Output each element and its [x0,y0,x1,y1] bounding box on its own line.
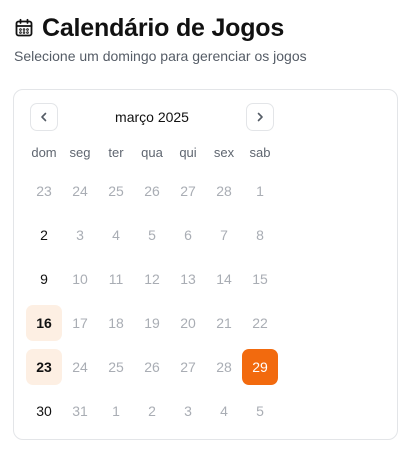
day-cell[interactable]: 1 [242,173,278,209]
calendar-header: março 2025 [30,103,274,131]
page-title: Calendário de Jogos [42,14,285,42]
weekday-label: qui [179,145,197,160]
calendar-icon [14,18,34,38]
week-row: 23 24 25 26 27 28 29 [26,345,278,389]
previous-month-button[interactable] [30,103,58,131]
day-cell[interactable]: 15 [242,261,278,297]
weekday-label: qua [141,145,163,160]
week-row: 16 17 18 19 20 21 22 [26,301,278,345]
weekday-label: ter [108,145,124,160]
day-cell[interactable]: 26 [134,349,170,385]
day-cell[interactable]: 5 [134,217,170,253]
day-cell[interactable]: 20 [170,305,206,341]
day-cell[interactable]: 2 [134,393,170,429]
weekday-label: seg [69,145,91,160]
day-cell[interactable]: 27 [170,349,206,385]
day-cell[interactable]: 2 [26,217,62,253]
day-cell[interactable]: 6 [170,217,206,253]
title-row: Calendário de Jogos [14,14,404,42]
day-cell[interactable]: 3 [62,217,98,253]
day-cell-selected[interactable]: 29 [242,349,278,385]
day-cell[interactable]: 23 [26,173,62,209]
chevron-left-icon [38,111,50,123]
day-cell[interactable]: 27 [170,173,206,209]
day-cell[interactable]: 5 [242,393,278,429]
day-cell[interactable]: 13 [170,261,206,297]
day-cell[interactable]: 16 [26,305,62,341]
day-cell[interactable]: 28 [206,349,242,385]
day-cell[interactable]: 30 [26,393,62,429]
day-cell[interactable]: 19 [134,305,170,341]
day-cell[interactable]: 11 [98,261,134,297]
week-row: 9 10 11 12 13 14 15 [26,257,278,301]
day-cell[interactable]: 21 [206,305,242,341]
day-cell[interactable]: 24 [62,349,98,385]
day-cell[interactable]: 1 [98,393,134,429]
day-cell[interactable]: 7 [206,217,242,253]
weekday-label: sex [213,145,235,160]
day-cell[interactable]: 28 [206,173,242,209]
day-cell[interactable]: 22 [242,305,278,341]
calendar-card: março 2025 dom seg ter qua qui sex sab 2… [13,89,398,440]
chevron-right-icon [254,111,266,123]
day-cell[interactable]: 9 [26,261,62,297]
day-cell[interactable]: 18 [98,305,134,341]
day-cell[interactable]: 14 [206,261,242,297]
day-cell[interactable]: 12 [134,261,170,297]
day-cell[interactable]: 23 [26,349,62,385]
day-cell[interactable]: 17 [62,305,98,341]
weekday-header-row: dom seg ter qua qui sex sab [26,145,278,161]
week-row: 23 24 25 26 27 28 1 [26,169,278,213]
page-header: Calendário de Jogos Selecione um domingo… [14,14,404,65]
day-cell[interactable]: 24 [62,173,98,209]
day-cell[interactable]: 31 [62,393,98,429]
month-label: março 2025 [115,109,189,125]
day-cell[interactable]: 10 [62,261,98,297]
day-cell[interactable]: 25 [98,173,134,209]
day-cell[interactable]: 4 [98,217,134,253]
page-subtitle: Selecione um domingo para gerenciar os j… [14,48,307,64]
day-grid: 23 24 25 26 27 28 1 2 3 4 5 6 7 8 9 10 11 12 13 14 15 16 17 18 1… [26,169,278,433]
day-cell[interactable]: 8 [242,217,278,253]
week-row: 30 31 1 2 3 4 5 [26,389,278,433]
next-month-button[interactable] [246,103,274,131]
week-row: 2345678 [26,213,278,257]
day-cell[interactable]: 3 [170,393,206,429]
day-cell[interactable]: 25 [98,349,134,385]
day-cell[interactable]: 4 [206,393,242,429]
weekday-label: sab [249,145,271,160]
day-cell[interactable]: 26 [134,173,170,209]
weekday-label: dom [31,145,57,160]
